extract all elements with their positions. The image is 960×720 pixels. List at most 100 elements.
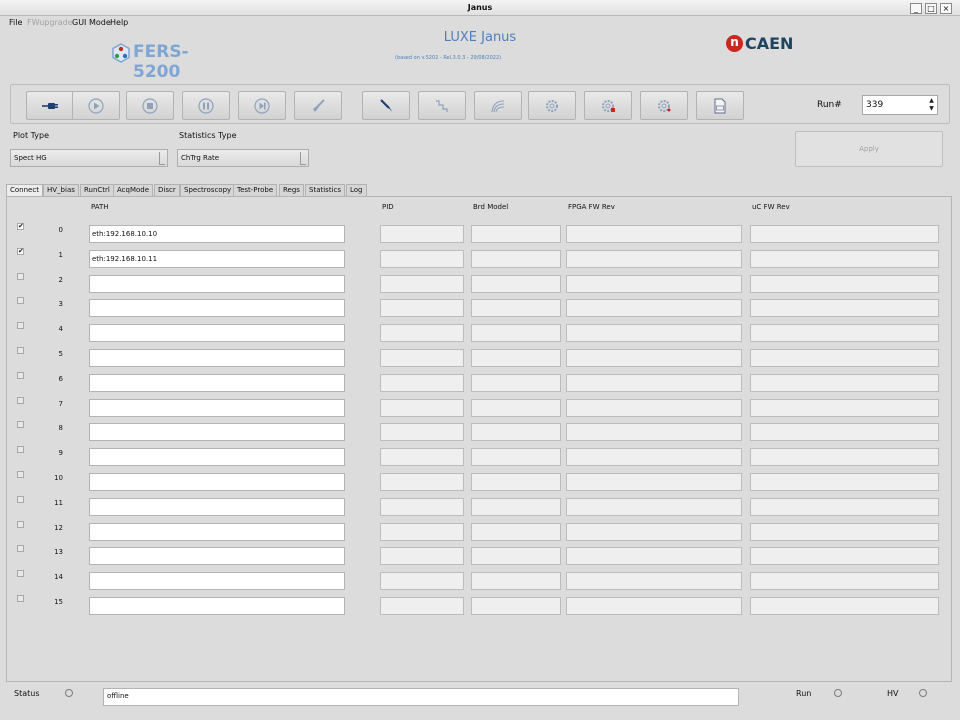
spin-down-icon[interactable]: ▼ xyxy=(927,105,936,113)
board-enable-checkbox[interactable] xyxy=(17,273,24,280)
board-path-input[interactable] xyxy=(89,473,345,491)
board-pid-field xyxy=(380,572,464,590)
board-enable-checkbox[interactable] xyxy=(17,471,24,478)
menu-help[interactable]: Help xyxy=(110,18,128,27)
board-fpga-fw-field xyxy=(566,250,742,268)
board-pid-field xyxy=(380,399,464,417)
board-model-field xyxy=(471,498,561,516)
statistics-type-select[interactable]: ChTrg Rate xyxy=(177,149,309,167)
board-enable-checkbox[interactable] xyxy=(17,521,24,528)
column-header-pid: PID xyxy=(382,203,394,211)
staircase-button[interactable] xyxy=(418,91,466,120)
tab-discr[interactable]: Discr xyxy=(154,184,180,196)
board-path-input[interactable] xyxy=(89,597,345,615)
run-number-value: 339 xyxy=(866,100,884,110)
board-path-input[interactable]: eth:192.168.10.10 xyxy=(89,225,345,243)
board-path-input[interactable] xyxy=(89,423,345,441)
board-enable-checkbox[interactable] xyxy=(17,372,24,379)
statistics-type-value: ChTrg Rate xyxy=(181,154,220,162)
board-pid-field xyxy=(380,423,464,441)
board-path-input[interactable] xyxy=(89,324,345,342)
tab-statistics[interactable]: Statistics xyxy=(305,184,345,196)
spin-up-icon[interactable]: ▲ xyxy=(927,97,936,105)
board-model-field xyxy=(471,423,561,441)
board-pid-field xyxy=(380,473,464,491)
menu-gui-mode[interactable]: GUI Mode xyxy=(72,18,111,27)
board-model-field xyxy=(471,225,561,243)
step-button[interactable] xyxy=(238,91,286,120)
board-index: 15 xyxy=(54,598,63,606)
apply-button[interactable]: Apply xyxy=(795,131,943,167)
waveform-button[interactable] xyxy=(474,91,522,120)
board-path-input[interactable] xyxy=(89,547,345,565)
pause-button[interactable] xyxy=(182,91,230,120)
config-red-button[interactable] xyxy=(584,91,632,120)
board-path-input[interactable] xyxy=(89,523,345,541)
board-enable-checkbox[interactable]: ✔ xyxy=(17,223,24,230)
board-fpga-fw-field xyxy=(566,324,742,342)
board-enable-checkbox[interactable] xyxy=(17,421,24,428)
run-number-spinbox[interactable]: 339 ▲ ▼ xyxy=(862,95,938,115)
maximize-button[interactable]: □ xyxy=(925,3,937,14)
plot-type-select[interactable]: Spect HG xyxy=(10,149,168,167)
column-header-fpga-fw: FPGA FW Rev xyxy=(568,203,615,211)
hv-status-label: HV xyxy=(887,689,899,698)
step-icon xyxy=(254,97,270,114)
board-pid-field xyxy=(380,448,464,466)
board-enable-checkbox[interactable] xyxy=(17,347,24,354)
board-uc-fw-field xyxy=(750,299,939,317)
board-enable-checkbox[interactable] xyxy=(17,297,24,304)
board-enable-checkbox[interactable] xyxy=(17,496,24,503)
tab-regs[interactable]: Regs xyxy=(279,184,304,196)
tab-log[interactable]: Log xyxy=(346,184,367,196)
board-path-input[interactable] xyxy=(89,448,345,466)
board-path-input[interactable] xyxy=(89,275,345,293)
tab-acqmode[interactable]: AcqMode xyxy=(113,184,154,196)
csv-export-button[interactable] xyxy=(696,91,744,120)
tab-spectroscopy[interactable]: Spectroscopy xyxy=(180,184,236,196)
board-path-input[interactable] xyxy=(89,498,345,516)
board-enable-checkbox[interactable] xyxy=(17,570,24,577)
board-path-input[interactable] xyxy=(89,572,345,590)
csv-file-icon xyxy=(714,98,726,113)
settings-button[interactable] xyxy=(640,91,688,120)
board-fpga-fw-field xyxy=(566,374,742,392)
board-enable-checkbox[interactable] xyxy=(17,322,24,329)
tab-test-probe[interactable]: Test-Probe xyxy=(233,184,278,196)
window-titlebar[interactable]: Janus _ □ × xyxy=(0,0,960,16)
board-fpga-fw-field xyxy=(566,299,742,317)
stop-button[interactable] xyxy=(126,91,174,120)
clear-button[interactable] xyxy=(294,91,342,120)
tab-runctrl[interactable]: RunCtrl xyxy=(80,184,114,196)
board-pid-field xyxy=(380,547,464,565)
board-enable-checkbox[interactable] xyxy=(17,545,24,552)
board-path-input[interactable] xyxy=(89,299,345,317)
close-button[interactable]: × xyxy=(940,3,952,14)
menu-fwupgrade[interactable]: FWupgrade xyxy=(27,18,73,27)
board-path-input[interactable] xyxy=(89,374,345,392)
dropdown-arrow-icon xyxy=(159,152,165,165)
menu-file[interactable]: File xyxy=(9,18,22,27)
tab-hv-bias[interactable]: HV_bias xyxy=(43,184,79,196)
start-button[interactable] xyxy=(72,91,120,120)
board-path-input[interactable] xyxy=(89,399,345,417)
connect-button[interactable] xyxy=(26,91,74,120)
gear-config-icon xyxy=(546,99,558,112)
board-enable-checkbox[interactable] xyxy=(17,446,24,453)
probe-button[interactable] xyxy=(362,91,410,120)
board-model-field xyxy=(471,374,561,392)
board-path-input[interactable] xyxy=(89,349,345,367)
config-button[interactable] xyxy=(528,91,576,120)
board-enable-checkbox[interactable]: ✔ xyxy=(17,248,24,255)
spin-arrows[interactable]: ▲ ▼ xyxy=(927,97,936,113)
statistics-type-label: Statistics Type xyxy=(179,131,237,140)
gear-red-icon xyxy=(602,99,615,112)
board-fpga-fw-field xyxy=(566,275,742,293)
run-number-label: Run# xyxy=(817,100,842,110)
board-enable-checkbox[interactable] xyxy=(17,595,24,602)
minimize-button[interactable]: _ xyxy=(910,3,922,14)
board-model-field xyxy=(471,324,561,342)
board-index: 7 xyxy=(58,400,63,408)
board-enable-checkbox[interactable] xyxy=(17,397,24,404)
board-path-input[interactable]: eth:192.168.10.11 xyxy=(89,250,345,268)
